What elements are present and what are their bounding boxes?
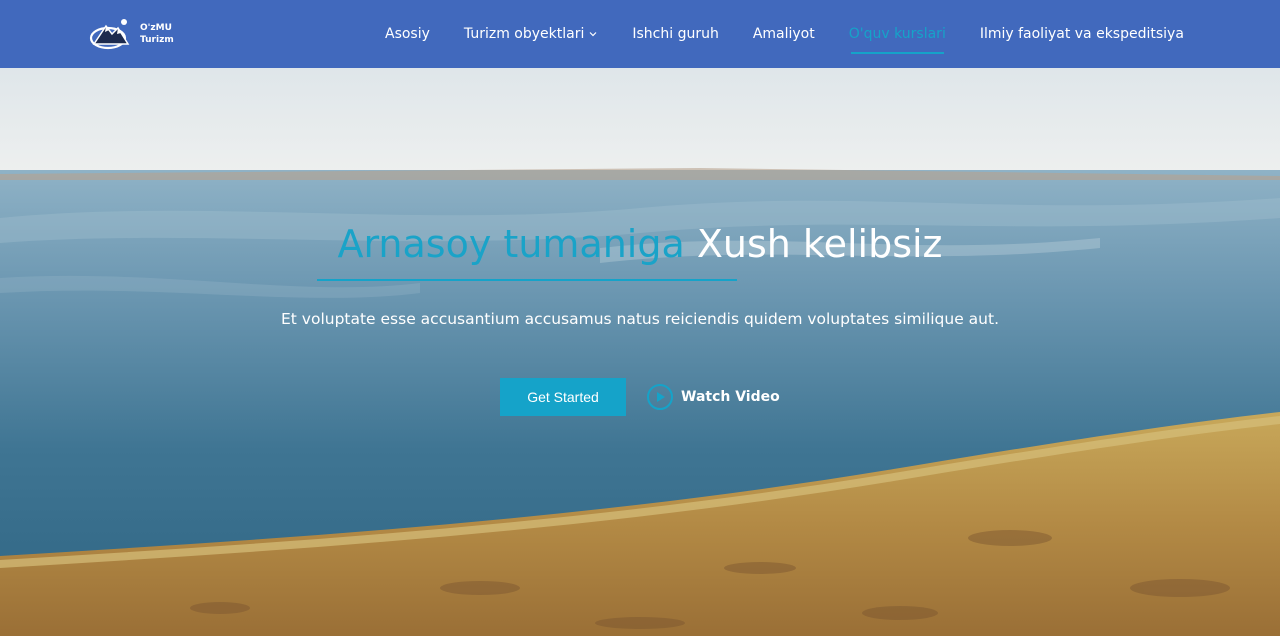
hero-title: Arnasoy tumaniga Xush kelibsiz: [0, 222, 1280, 266]
hero-background-image: [0, 68, 1280, 636]
nav-item-turizm-obyektlari[interactable]: Turizm obyektlari: [464, 0, 598, 68]
nav-item-ilmiy-faoliyat[interactable]: Ilmiy faoliyat va ekspeditsiya: [980, 0, 1184, 68]
brand-name: O'zMU Turizm: [140, 22, 174, 46]
nav-item-asosiy[interactable]: Asosiy: [385, 0, 430, 68]
site-logo[interactable]: O'zMU Turizm: [88, 14, 188, 54]
watch-video-button[interactable]: Watch Video: [646, 381, 780, 413]
brand-line-1: O'zMU: [140, 23, 172, 33]
hero-subtitle: Et voluptate esse accusantium accusamus …: [280, 310, 1000, 328]
hero-title-underline: [317, 279, 737, 281]
mountain-logo-icon: [89, 19, 130, 50]
main-nav: Asosiy Turizm obyektlari Ishchi guruh Am…: [385, 0, 1184, 68]
nav-item-ishchi-guruh[interactable]: Ishchi guruh: [632, 0, 718, 68]
chevron-down-icon: [589, 32, 597, 37]
play-circle-icon: [647, 384, 673, 410]
get-started-button[interactable]: Get Started: [500, 378, 626, 416]
watch-video-label: Watch Video: [681, 389, 780, 405]
hero-title-accent: Arnasoy tumaniga: [337, 222, 685, 266]
nav-item-label: Amaliyot: [752, 26, 815, 42]
nav-item-oquv-kurslari[interactable]: O'quv kurslari: [849, 0, 946, 68]
nav-item-label: O'quv kurslari: [848, 26, 946, 42]
brand-line-2: Turizm: [140, 35, 174, 45]
nav-item-amaliyot[interactable]: Amaliyot: [753, 0, 815, 68]
nav-item-label: Turizm obyektlari: [463, 26, 585, 42]
nav-item-label: Ishchi guruh: [632, 26, 719, 42]
hero-title-rest: Xush kelibsiz: [696, 222, 943, 266]
site-header: O'zMU Turizm Asosiy Turizm obyektlari Is…: [0, 0, 1280, 68]
nav-item-label: Asosiy: [385, 26, 430, 42]
hero-section: Arnasoy tumaniga Xush kelibsiz Et volupt…: [0, 68, 1280, 636]
nav-item-label: Ilmiy faoliyat va ekspeditsiya: [979, 26, 1184, 42]
